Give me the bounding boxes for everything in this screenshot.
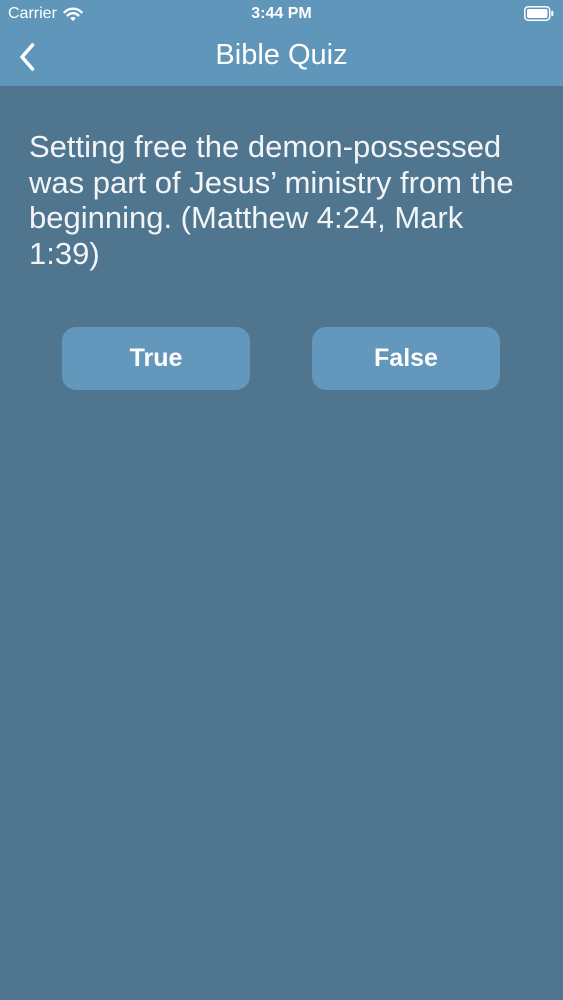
- status-time: 3:44 PM: [251, 5, 312, 22]
- status-bar: Carrier 3:44 PM: [0, 0, 563, 28]
- page-title: Bible Quiz: [215, 39, 348, 71]
- battery-icon: [524, 6, 554, 21]
- question-text: Setting free the demon-possessed was par…: [29, 129, 514, 271]
- true-button[interactable]: True: [62, 327, 250, 390]
- header: Carrier 3:44 PM Bible Quiz: [0, 0, 563, 86]
- false-button[interactable]: False: [312, 327, 500, 390]
- navigation-bar: Bible Quiz: [0, 28, 563, 86]
